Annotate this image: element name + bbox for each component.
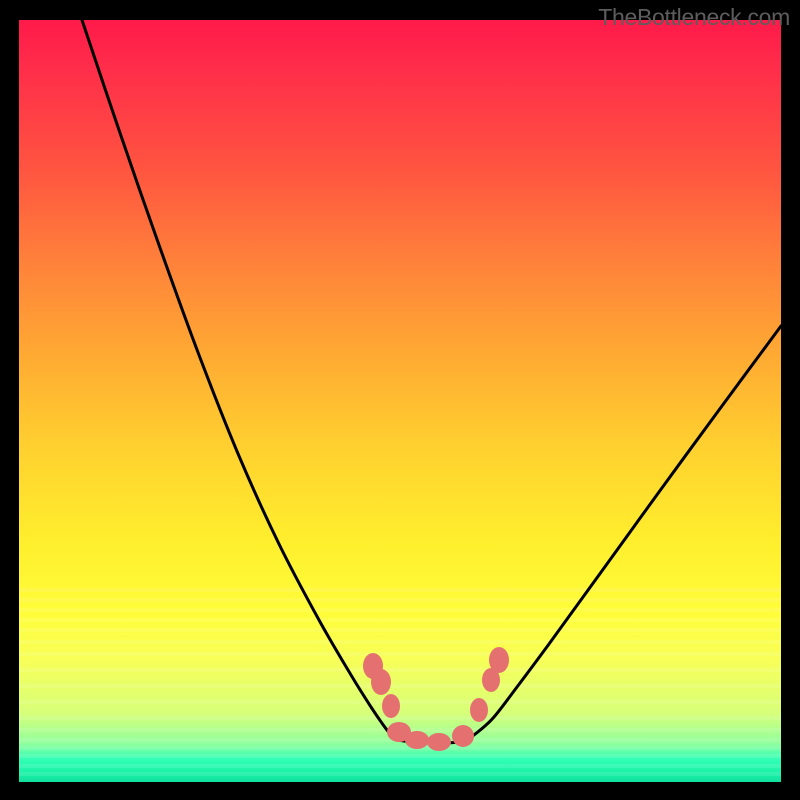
chart-frame	[19, 20, 781, 782]
watermark-text: TheBottleneck.com	[598, 4, 790, 31]
gradient-background	[19, 20, 781, 782]
